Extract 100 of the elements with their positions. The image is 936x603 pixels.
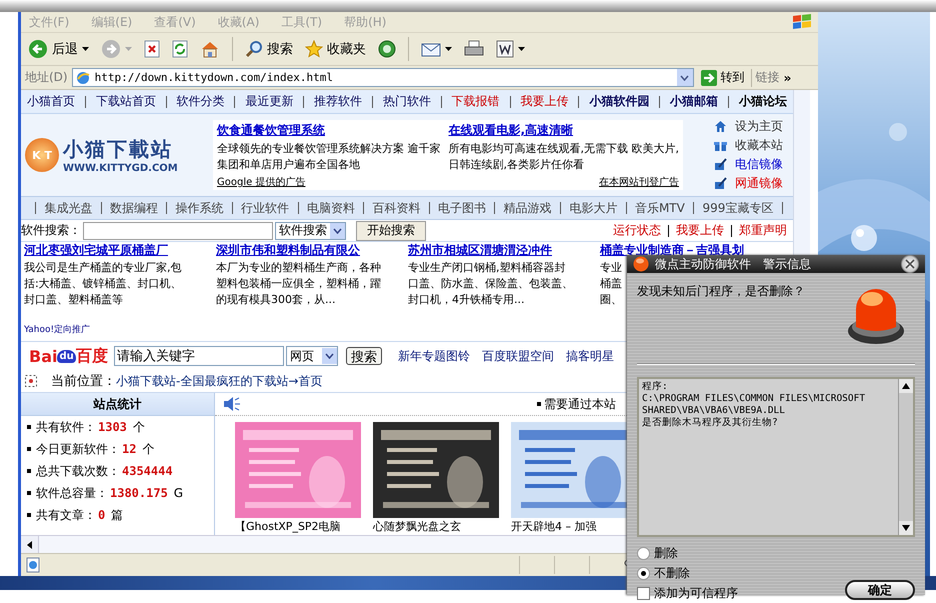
breadcrumb-link[interactable]: 小猫下载站-全国最疯狂的下载站→首页 bbox=[116, 372, 322, 390]
top-link[interactable]: 郑重声明 bbox=[739, 222, 787, 239]
nav-link[interactable]: 小猫软件园 bbox=[589, 93, 650, 110]
stat-value: 12 bbox=[122, 442, 136, 456]
scroll-down-icon[interactable] bbox=[899, 521, 913, 535]
nav-link[interactable]: 小猫论坛 bbox=[738, 93, 787, 110]
stat-value: 1303 bbox=[98, 420, 127, 434]
left-arrow-icon[interactable] bbox=[27, 540, 32, 548]
baidu-link[interactable]: 百度联盟空间 bbox=[482, 348, 554, 364]
quick-link[interactable]: 设为主页 bbox=[735, 118, 783, 135]
bullet bbox=[537, 402, 541, 406]
links-label[interactable]: 链接 bbox=[756, 69, 780, 86]
ad-title[interactable]: 苏州市相城区渭塘渭泾冲件 bbox=[408, 243, 552, 257]
category-link[interactable]: 行业软件 bbox=[241, 200, 290, 216]
ad-title[interactable]: 在线观看电影,高速清晰 bbox=[448, 123, 574, 137]
nav-link[interactable]: 小猫邮箱 bbox=[670, 93, 718, 110]
quick-link[interactable]: 网通镜像 bbox=[735, 175, 783, 192]
ad-text: 专业 桶盖 圈、 bbox=[600, 260, 623, 308]
envelope-icon bbox=[421, 41, 441, 57]
nav-link[interactable]: 下载站首页 bbox=[96, 93, 156, 110]
category-link[interactable]: 电影大片 bbox=[569, 200, 618, 216]
nav-link[interactable]: 热门软件 bbox=[382, 93, 431, 110]
printer-icon bbox=[464, 40, 484, 58]
nav-link[interactable]: 软件分类 bbox=[176, 93, 225, 110]
vertical-scrollbar[interactable] bbox=[898, 379, 913, 535]
checkbox-label[interactable]: 添加为可信程序 bbox=[654, 585, 738, 602]
category-link[interactable]: 集成光盘 bbox=[44, 200, 92, 216]
category-link[interactable]: 百科资料 bbox=[372, 200, 420, 216]
bullet bbox=[27, 447, 31, 451]
ad-text: 本厂为专业的塑料桶生产商，各种 塑料包装桶一应俱全，塑料桶，躍 的现有模具300套，从... bbox=[216, 260, 382, 308]
radio-button[interactable] bbox=[637, 547, 650, 560]
quick-link[interactable]: 电信镜像 bbox=[735, 156, 783, 173]
nav-link[interactable]: 我要上传 bbox=[520, 93, 568, 110]
top-link[interactable]: 运行状态 bbox=[613, 222, 661, 239]
nav-link[interactable]: 下载报错 bbox=[452, 93, 500, 110]
address-field[interactable]: http://down.kittydown.com/index.html bbox=[72, 68, 694, 87]
thumbnail-caption[interactable]: 【GhostXP_SP2电脑 bbox=[235, 519, 361, 534]
nav-link[interactable]: 小猫首页 bbox=[27, 93, 75, 110]
advertise-link[interactable]: 在本网站刊登广告 bbox=[599, 175, 679, 189]
ad-text: 所有电影均可高速在线观看,无需下载 欧美大片, 日韩连续剧,各类影片任你看 bbox=[448, 141, 679, 173]
baidu-link[interactable]: 新年专题图铃 bbox=[398, 348, 470, 364]
caret-icon bbox=[125, 47, 132, 51]
category-link[interactable]: 音乐MTV bbox=[634, 200, 685, 216]
message-text: 程序: C:\PROGRAM FILES\COMMON FILES\MICROSOFT SHARED\VBA\VBA6\VBE9A.DLL 是否删除木马程序及其衍生物? bbox=[641, 380, 866, 430]
search-button[interactable]: 开始搜索 bbox=[356, 220, 426, 240]
category-link[interactable]: 电子图书 bbox=[438, 200, 486, 216]
category-link[interactable]: 999宝藏专区 bbox=[702, 200, 774, 216]
checkbox[interactable] bbox=[637, 587, 650, 600]
radio-button[interactable] bbox=[637, 567, 650, 580]
ad-text: 全球领先的专业餐饮管理系统解决方案 逾千家 集团和单店用户遍布全国各地 bbox=[217, 141, 442, 173]
nav-link[interactable]: 最近更新 bbox=[245, 93, 294, 110]
category-link[interactable]: 操作系统 bbox=[176, 200, 224, 216]
ad-title[interactable]: 河北枣强刘宅城平原桶盖厂 bbox=[24, 243, 168, 257]
option-label[interactable]: 不删除 bbox=[654, 565, 690, 582]
back-button[interactable]: 后退 bbox=[25, 37, 92, 61]
category-link[interactable]: 精品游戏 bbox=[504, 200, 552, 216]
nav-link[interactable]: 推荐软件 bbox=[314, 93, 362, 110]
ad-title[interactable]: 深圳市伟和塑料制品有限公 bbox=[216, 243, 360, 257]
scroll-left-button[interactable] bbox=[21, 536, 39, 553]
speaker-icon bbox=[223, 396, 241, 412]
search-field[interactable] bbox=[83, 222, 273, 240]
stat-unit: G bbox=[174, 486, 184, 500]
bullet bbox=[27, 513, 31, 517]
favorites-button[interactable]: 收藏夹 bbox=[302, 38, 369, 60]
ok-button[interactable]: 确定 bbox=[845, 580, 915, 600]
more-links-button[interactable]: » bbox=[784, 70, 792, 84]
scroll-up-icon[interactable] bbox=[899, 379, 913, 393]
notice-text: 需要通过本站 bbox=[544, 396, 616, 412]
option-label[interactable]: 删除 bbox=[654, 545, 678, 562]
keyword-field[interactable]: 请输入关键字 bbox=[114, 346, 284, 366]
close-button[interactable] bbox=[901, 255, 919, 273]
thumbnail-caption[interactable]: 心随梦飘光盘之玄 bbox=[373, 519, 499, 534]
page-icon bbox=[25, 557, 41, 573]
search-label: 软件搜索： bbox=[21, 222, 81, 239]
category-link[interactable]: 电脑资料 bbox=[306, 200, 355, 216]
stat-unit: 篇 bbox=[111, 506, 124, 524]
gift-icon bbox=[714, 139, 727, 152]
dialog-title: 微点主动防御软件 警示信息 bbox=[655, 256, 811, 272]
search-button[interactable]: 搜索 bbox=[242, 38, 296, 60]
caret-icon bbox=[445, 47, 452, 51]
bullet bbox=[27, 425, 31, 429]
ad-title[interactable]: 饮食通餐饮管理系统 bbox=[217, 123, 325, 137]
ad-credit-link[interactable]: Google 提供的广告 bbox=[217, 175, 306, 189]
stat-unit: 个 bbox=[142, 440, 154, 458]
stat-label: 共有软件： bbox=[36, 418, 96, 436]
close-icon[interactable] bbox=[905, 259, 915, 269]
search-type-dropdown[interactable]: 网页 bbox=[286, 346, 338, 366]
ad-text: 我公司是生产桶盖的专业厂家,包 括:大桶盖、镀锌桶盖、封口机、 封口盖、塑料桶盖等 bbox=[24, 260, 183, 308]
search-icon bbox=[245, 40, 263, 58]
refresh-icon bbox=[172, 40, 188, 58]
quick-link[interactable]: 收藏本站 bbox=[735, 137, 783, 154]
category-link[interactable]: 数据编程 bbox=[110, 200, 158, 216]
search-button[interactable]: 搜索 bbox=[346, 347, 382, 365]
top-link[interactable]: 我要上传 bbox=[676, 222, 724, 239]
bullet bbox=[27, 469, 31, 473]
search-type-dropdown[interactable]: 软件搜索 bbox=[275, 222, 346, 240]
baidu-link[interactable]: 搞客明星 bbox=[566, 348, 614, 364]
address-label: 地址(D) bbox=[25, 69, 68, 86]
go-button[interactable]: 转到 bbox=[698, 68, 752, 86]
stat-label: 今日更新软件： bbox=[36, 440, 120, 458]
